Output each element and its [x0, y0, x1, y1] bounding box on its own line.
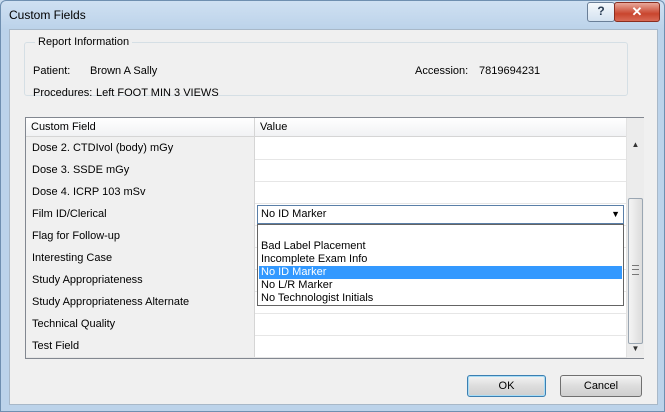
help-icon: ? [597, 4, 605, 18]
table-row[interactable]: Test Field [26, 335, 626, 358]
value-cell[interactable] [255, 137, 626, 159]
dialog-body: Report Information Patient: Brown A Sall… [9, 29, 658, 405]
dropdown-option[interactable]: Incomplete Exam Info [259, 253, 622, 266]
procedures-label: Procedures: [33, 87, 93, 99]
title-bar[interactable]: Custom Fields ? ✕ [1, 1, 664, 29]
field-name-cell: Interesting Case [26, 247, 255, 269]
help-button[interactable]: ? [587, 2, 615, 22]
ok-button[interactable]: OK [467, 375, 546, 397]
value-cell[interactable] [255, 159, 626, 181]
field-name-cell: Film ID/Clerical [26, 203, 255, 225]
field-name-cell: Study Appropriateness Alternate [26, 291, 255, 313]
scroll-down-icon[interactable]: ▼ [627, 340, 644, 357]
dropdown-option[interactable]: Bad Label Placement [259, 240, 622, 253]
grip-icon [632, 265, 639, 275]
procedures-value: Left FOOT MIN 3 VIEWS [96, 87, 219, 99]
grid-header: Custom Field Value [26, 118, 626, 137]
film-id-dropdown-list: Bad Label Placement Incomplete Exam Info… [257, 224, 624, 306]
field-name-cell: Dose 4. ICRP 103 mSv [26, 181, 255, 203]
accession-value: 7819694231 [479, 65, 541, 77]
film-id-value-combobox[interactable]: No ID Marker ▼ [257, 205, 624, 224]
value-cell[interactable] [255, 335, 626, 357]
field-name-cell: Dose 3. SSDE mGy [26, 159, 255, 181]
close-button[interactable]: ✕ [614, 2, 660, 22]
window-title: Custom Fields [9, 8, 86, 22]
dropdown-option-selected[interactable]: No ID Marker [259, 266, 622, 279]
dropdown-option[interactable]: No L/R Marker [259, 279, 622, 292]
report-information-group: Report Information Patient: Brown A Sall… [24, 36, 628, 99]
cancel-button[interactable]: Cancel [560, 375, 642, 397]
close-icon: ✕ [631, 4, 643, 19]
field-name-cell: Flag for Follow-up [26, 225, 255, 247]
field-name-cell: Test Field [26, 335, 255, 357]
column-header-value[interactable]: Value [255, 118, 626, 136]
table-row[interactable]: Dose 3. SSDE mGy [26, 159, 626, 182]
table-row[interactable]: Dose 2. CTDIvol (body) mGy [26, 137, 626, 160]
combobox-selected-value: No ID Marker [261, 208, 327, 220]
scrollbar-thumb[interactable] [628, 198, 643, 344]
custom-fields-window: Custom Fields ? ✕ Report Information Pat… [0, 0, 665, 412]
dropdown-option[interactable]: No Technologist Initials [259, 292, 622, 305]
table-row[interactable]: Dose 4. ICRP 103 mSv [26, 181, 626, 204]
column-header-custom-field[interactable]: Custom Field [26, 118, 255, 136]
value-cell[interactable] [255, 181, 626, 203]
field-name-cell: Study Appropriateness [26, 269, 255, 291]
accession-label: Accession: [415, 65, 469, 77]
dropdown-option-blank[interactable] [259, 227, 622, 240]
report-information-label: Report Information [35, 36, 133, 48]
patient-label: Patient: [33, 65, 71, 77]
scroll-up-icon[interactable]: ▲ [627, 136, 644, 153]
patient-value: Brown A Sally [90, 65, 158, 77]
field-name-cell: Technical Quality [26, 313, 255, 335]
chevron-down-icon[interactable]: ▼ [611, 206, 620, 223]
field-name-cell: Dose 2. CTDIvol (body) mGy [26, 137, 255, 159]
table-row[interactable]: Technical Quality [26, 313, 626, 336]
vertical-scrollbar[interactable]: ▲ ▼ [626, 118, 644, 358]
value-cell[interactable] [255, 313, 626, 335]
